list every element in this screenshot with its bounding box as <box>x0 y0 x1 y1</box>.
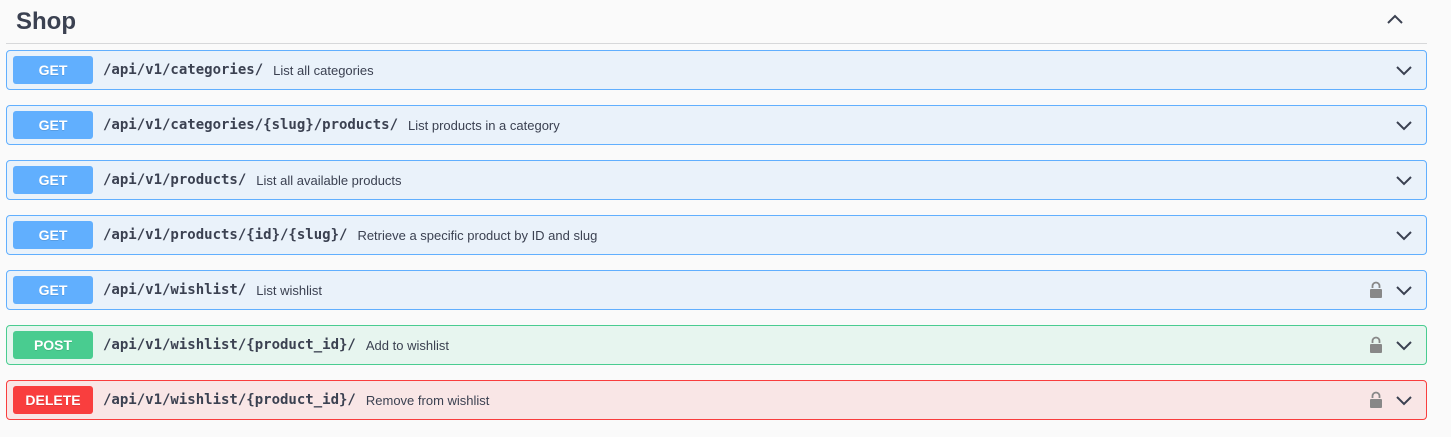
endpoint-summary: List all categories <box>273 62 374 78</box>
operation-row-post[interactable]: POST/api/v1/wishlist/{product_id}/ Add to… <box>6 325 1427 365</box>
section-header[interactable]: Shop <box>6 0 1427 44</box>
chevron-down-icon[interactable] <box>1394 115 1414 135</box>
operation-row-get[interactable]: GET/api/v1/wishlist/List wishlist <box>6 270 1427 310</box>
endpoint-summary: Remove from wishlist <box>365 392 490 408</box>
chevron-up-icon <box>1385 10 1405 33</box>
endpoint-path: /api/v1/products/{id}/{slug}/ <box>103 227 348 243</box>
method-badge: GET <box>13 166 93 194</box>
method-badge: POST <box>13 331 93 359</box>
operation-row-get[interactable]: GET/api/v1/categories/List all categorie… <box>6 50 1427 90</box>
method-badge: GET <box>13 111 93 139</box>
chevron-down-icon[interactable] <box>1394 225 1414 245</box>
endpoint-summary: List wishlist <box>256 282 323 298</box>
row-controls <box>1368 271 1414 309</box>
endpoint-summary: List all available products <box>256 172 402 188</box>
row-controls <box>1394 51 1414 89</box>
chevron-down-icon[interactable] <box>1394 280 1414 300</box>
endpoint-path: /api/v1/wishlist/{product_id}/ <box>103 392 356 408</box>
row-controls <box>1394 161 1414 199</box>
operation-row-get[interactable]: GET/api/v1/products/{id}/{slug}/ Retrieve… <box>6 215 1427 255</box>
operations-list: GET/api/v1/categories/List all categorie… <box>6 50 1427 435</box>
endpoint-path: /api/v1/categories/{slug}/products/ <box>103 117 399 133</box>
row-controls <box>1368 326 1414 364</box>
method-badge: DELETE <box>13 386 93 414</box>
operation-row-delete[interactable]: DELETE/api/v1/wishlist/{product_id}/ Remo… <box>6 380 1427 420</box>
operation-row-get[interactable]: GET/api/v1/products/List all available p… <box>6 160 1427 200</box>
method-badge: GET <box>13 276 93 304</box>
endpoint-summary: Retrieve a specific product by ID and sl… <box>357 227 598 243</box>
operation-row-get[interactable]: GET/api/v1/categories/{slug}/products/Li… <box>6 105 1427 145</box>
row-controls <box>1394 216 1414 254</box>
method-badge: GET <box>13 56 93 84</box>
endpoint-path: /api/v1/categories/ <box>103 62 264 78</box>
chevron-down-icon[interactable] <box>1394 170 1414 190</box>
lock-icon[interactable] <box>1368 335 1384 355</box>
row-controls <box>1368 381 1414 419</box>
endpoint-path: /api/v1/wishlist/{product_id}/ <box>103 337 356 353</box>
lock-icon[interactable] <box>1368 390 1384 410</box>
row-controls <box>1394 106 1414 144</box>
shop-section: Shop GET/api/v1/categories/List all cate… <box>6 0 1427 437</box>
endpoint-summary: Add to wishlist <box>365 337 449 353</box>
chevron-down-icon[interactable] <box>1394 335 1414 355</box>
section-title: Shop <box>16 7 76 35</box>
lock-icon[interactable] <box>1368 280 1384 300</box>
chevron-down-icon[interactable] <box>1394 60 1414 80</box>
endpoint-summary: List products in a category <box>408 117 560 133</box>
chevron-down-icon[interactable] <box>1394 390 1414 410</box>
method-badge: GET <box>13 221 93 249</box>
endpoint-path: /api/v1/products/ <box>103 172 247 188</box>
endpoint-path: /api/v1/wishlist/ <box>103 282 247 298</box>
collapse-section-button[interactable] <box>1383 10 1407 34</box>
